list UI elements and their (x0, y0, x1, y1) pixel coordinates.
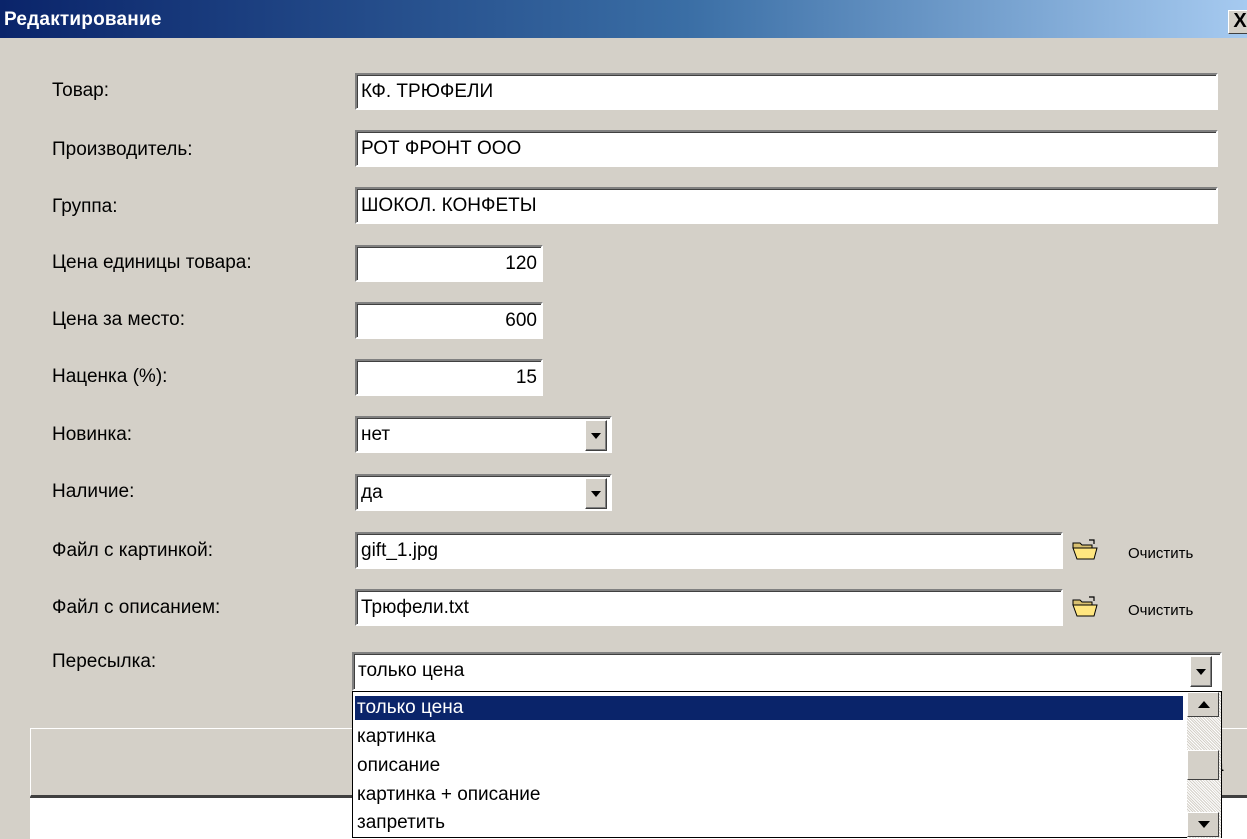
availability-value: да (361, 482, 383, 503)
manufacturer-label: Производитель: (52, 139, 193, 160)
availability-select[interactable]: да (355, 474, 612, 511)
group-label: Группа: (52, 196, 118, 217)
desc-file-label: Файл с описанием: (52, 597, 221, 618)
markup-label: Наценка (%): (52, 366, 168, 387)
shipping-dropdown-arrow-icon[interactable] (1190, 656, 1212, 687)
option-image[interactable]: картинка (357, 725, 436, 749)
option-image-description[interactable]: картинка + описание (357, 783, 540, 807)
group-input[interactable]: ШОКОЛ. КОНФЕТЫ (355, 187, 1218, 224)
place-price-label: Цена за место: (52, 309, 185, 330)
shipping-label: Пересылка: (52, 651, 157, 672)
option-forbid[interactable]: запретить (357, 811, 445, 835)
title-bar: Редактирование (0, 0, 1247, 38)
scroll-thumb[interactable] (1187, 750, 1219, 780)
shipping-value: только цена (358, 660, 465, 681)
markup-input[interactable]: 15 (355, 359, 543, 396)
availability-label: Наличие: (52, 481, 135, 502)
option-description[interactable]: описание (357, 754, 440, 778)
close-icon[interactable]: X (1228, 10, 1247, 34)
clear-image-button[interactable]: Очистить (1128, 545, 1193, 562)
scroll-up-icon[interactable] (1187, 692, 1219, 717)
manufacturer-input[interactable]: РОТ ФРОНТ ООО (355, 130, 1218, 167)
novelty-dropdown-arrow-icon[interactable] (585, 420, 607, 451)
shipping-select[interactable]: только цена (352, 652, 1222, 691)
availability-dropdown-arrow-icon[interactable] (585, 478, 607, 509)
product-label: Товар: (52, 80, 109, 101)
shipping-options-list[interactable]: только цена картинка описание картинка +… (352, 691, 1222, 838)
image-file-label: Файл с картинкой: (52, 540, 214, 561)
image-file-input[interactable]: gift_1.jpg (355, 532, 1063, 569)
desc-file-input[interactable]: Трюфели.txt (355, 589, 1063, 626)
open-folder-icon[interactable] (1072, 539, 1098, 561)
unit-price-input[interactable]: 120 (355, 245, 543, 282)
open-folder-icon[interactable] (1072, 596, 1098, 618)
novelty-label: Новинка: (52, 424, 133, 445)
list-scrollbar[interactable] (1187, 692, 1221, 838)
product-input[interactable]: КФ. ТРЮФЕЛИ (355, 73, 1218, 110)
novelty-value: нет (361, 424, 391, 445)
unit-price-label: Цена единицы товара: (52, 252, 252, 273)
novelty-select[interactable]: нет (355, 416, 612, 453)
clear-desc-button[interactable]: Очистить (1128, 602, 1193, 619)
place-price-input[interactable]: 600 (355, 302, 543, 339)
option-price-only[interactable]: только цена (355, 696, 1183, 720)
window-title: Редактирование (4, 9, 162, 30)
scroll-down-icon[interactable] (1187, 812, 1219, 837)
